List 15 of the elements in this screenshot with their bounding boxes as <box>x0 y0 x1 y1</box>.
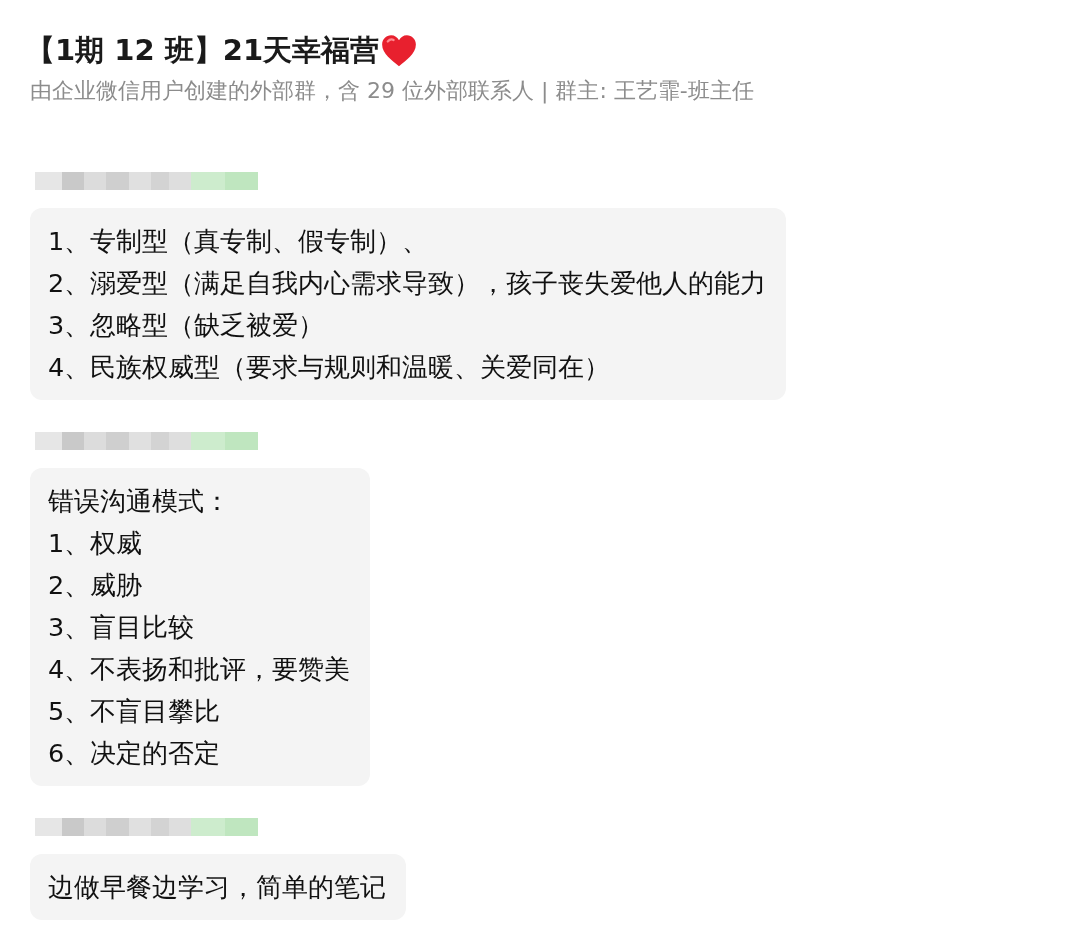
message-text-line: 1、权威 <box>48 527 144 560</box>
message-text-line: 5、不盲目攀比 <box>48 695 222 728</box>
group-title: 【1期 12 班】21天幸福营 <box>26 32 380 69</box>
message-text-line: 1、专制型（真专制、假专制）、 <box>48 225 430 258</box>
message-text-line: 6、决定的否定 <box>48 737 222 770</box>
message-text-line: 2、威胁 <box>48 569 144 602</box>
heart-icon <box>381 33 418 67</box>
group-description: 由企业微信用户创建的外部群，含 29 位外部联系人 | 群主: 王艺霏-班主任 <box>30 77 755 106</box>
message-text-line: 4、不表扬和批评，要赞美 <box>48 653 351 686</box>
message-text-line: 3、忽略型（缺乏被爱） <box>48 309 326 342</box>
message-text-line: 3、盲目比较 <box>48 611 196 644</box>
message-text-line: 错误沟通模式： <box>48 485 231 518</box>
message-text-line: 2、溺爱型（满足自我内心需求导致），孩子丧失爱他人的能力 <box>48 267 767 300</box>
message-text-line: 边做早餐边学习，简单的笔记 <box>48 871 386 904</box>
message-text-line: 4、民族权威型（要求与规则和温暖、关爱同在） <box>48 351 612 384</box>
